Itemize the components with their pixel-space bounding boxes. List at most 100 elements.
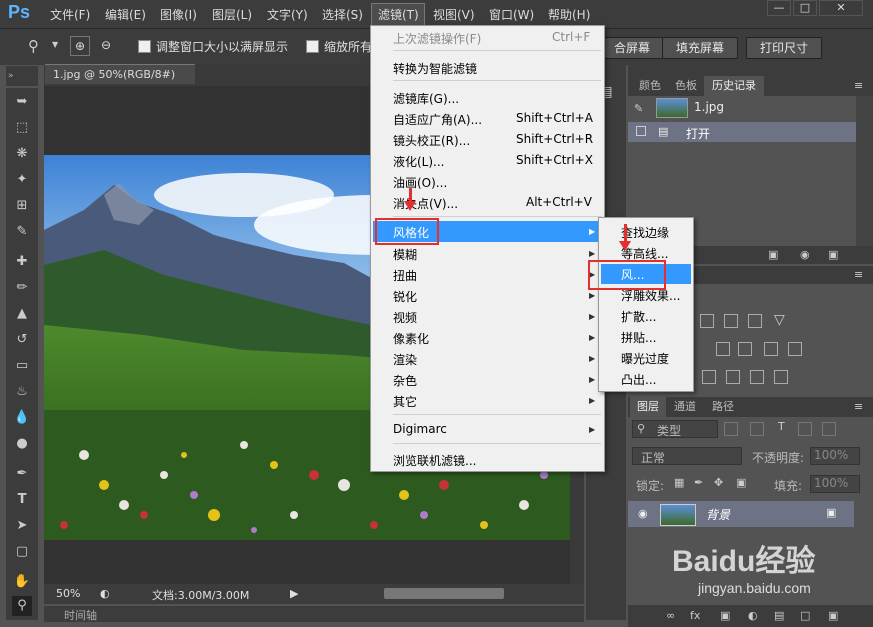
folder-icon[interactable]: ▤ bbox=[774, 609, 784, 622]
lock-position-icon[interactable]: ✥ bbox=[714, 476, 723, 489]
path-select-icon[interactable]: ➤ bbox=[12, 516, 32, 536]
blur-tool-icon[interactable]: 💧 bbox=[12, 408, 32, 428]
adjustment-layer-icon[interactable]: ◐ bbox=[748, 609, 758, 622]
snapshot-name[interactable]: 1.jpg bbox=[694, 100, 724, 114]
menu-item-filter-gallery[interactable]: 滤镜库(G)... bbox=[393, 90, 459, 107]
panel-menu-icon[interactable]: ≡ bbox=[854, 79, 863, 92]
layer-filter-select[interactable]: ⚲ 类型 bbox=[632, 420, 718, 438]
curves-icon[interactable] bbox=[724, 314, 738, 328]
tab-color[interactable]: 颜色 bbox=[634, 76, 666, 96]
menu-filter[interactable]: 滤镜(T) bbox=[378, 6, 419, 23]
levels-icon[interactable] bbox=[700, 314, 714, 328]
filter-shape-icon[interactable] bbox=[798, 422, 812, 436]
zoom-all-checkbox[interactable] bbox=[306, 40, 319, 53]
maximize-button[interactable]: □ bbox=[793, 0, 817, 16]
opacity-input[interactable]: 100% bbox=[810, 447, 860, 465]
camera-icon[interactable]: ◉ bbox=[800, 248, 810, 261]
marquee-tool-icon[interactable]: ⬚ bbox=[12, 118, 32, 138]
menu-item-lens-correction[interactable]: 镜头校正(R)... bbox=[393, 132, 470, 149]
menu-help[interactable]: 帮助(H) bbox=[548, 6, 590, 23]
history-brush-icon[interactable]: ↺ bbox=[12, 330, 32, 350]
snapshot-brush-icon[interactable]: ✎ bbox=[634, 102, 643, 115]
filter-smart-icon[interactable] bbox=[822, 422, 836, 436]
rectangle-tool-icon[interactable]: ▢ bbox=[12, 542, 32, 562]
resize-window-checkbox[interactable] bbox=[138, 40, 151, 53]
new-document-icon[interactable]: ▣ bbox=[768, 248, 778, 261]
history-scrollbar[interactable] bbox=[856, 96, 873, 246]
print-size-button[interactable]: 打印尺寸 bbox=[746, 37, 822, 59]
history-entry[interactable]: ▤ 打开 bbox=[628, 122, 856, 142]
hand-tool-icon[interactable]: ✋ bbox=[12, 572, 32, 592]
layer-row[interactable]: ◉ 背景 ▣ bbox=[628, 501, 854, 527]
black-white-icon[interactable] bbox=[738, 342, 752, 356]
paint-bucket-icon[interactable]: ♨ bbox=[12, 382, 32, 402]
lasso-tool-icon[interactable]: ❋ bbox=[12, 144, 32, 164]
color-lookup-icon[interactable] bbox=[788, 342, 802, 356]
close-button[interactable]: ✕ bbox=[819, 0, 863, 16]
blend-mode-select[interactable]: 正常 bbox=[632, 447, 742, 465]
submenu-item-extrude[interactable]: 凸出... bbox=[621, 371, 656, 388]
tab-history[interactable]: 历史记录 bbox=[704, 76, 764, 96]
fx-icon[interactable]: fx bbox=[690, 609, 700, 622]
horizontal-scrollbar[interactable] bbox=[384, 588, 504, 599]
menu-item-pixelate[interactable]: 像素化 bbox=[393, 330, 429, 347]
zoom-tool-icon[interactable]: ⚲ bbox=[12, 596, 32, 616]
fit-screen-button[interactable]: 合屏幕 bbox=[598, 37, 666, 59]
dodge-tool-icon[interactable]: ● bbox=[12, 434, 32, 454]
menu-type[interactable]: 文字(Y) bbox=[267, 6, 308, 23]
menu-window[interactable]: 窗口(W) bbox=[489, 6, 534, 23]
tab-paths[interactable]: 路径 bbox=[706, 397, 740, 417]
gradient-map-icon[interactable] bbox=[774, 370, 788, 384]
menu-layer[interactable]: 图层(L) bbox=[212, 6, 252, 23]
mask-icon[interactable]: ▣ bbox=[720, 609, 730, 622]
menu-item-browse-filters-online[interactable]: 浏览联机滤镜... bbox=[393, 452, 476, 469]
zoom-in-icon[interactable]: ⊕ bbox=[70, 36, 90, 56]
menu-item-blur[interactable]: 模糊 bbox=[393, 246, 417, 263]
submenu-item-find-edges[interactable]: 查找边缘 bbox=[621, 224, 669, 241]
submenu-item-diffuse[interactable]: 扩散... bbox=[621, 308, 656, 325]
pen-tool-icon[interactable]: ✒ bbox=[12, 464, 32, 484]
lock-all-icon[interactable]: ▣ bbox=[736, 476, 746, 489]
minimize-button[interactable]: — bbox=[767, 0, 791, 16]
healing-brush-icon[interactable]: ✚ bbox=[12, 252, 32, 272]
menu-item-render[interactable]: 渲染 bbox=[393, 351, 417, 368]
magic-wand-icon[interactable]: ✦ bbox=[12, 170, 32, 190]
play-icon[interactable]: ▶ bbox=[290, 587, 298, 600]
panel-menu-icon[interactable]: ≡ bbox=[854, 400, 863, 413]
chevron-down-icon[interactable]: ▼ bbox=[52, 40, 58, 49]
menu-item-adaptive-wide-angle[interactable]: 自适应广角(A)... bbox=[393, 111, 482, 128]
document-tab[interactable]: 1.jpg @ 50%(RGB/8#) bbox=[45, 64, 195, 84]
menu-item-distort[interactable]: 扭曲 bbox=[393, 267, 417, 284]
lock-pixels-icon[interactable]: ✒ bbox=[694, 476, 703, 489]
new-layer-icon[interactable]: □ bbox=[800, 609, 810, 622]
menu-item-video[interactable]: 视频 bbox=[393, 309, 417, 326]
menu-item-digimarc[interactable]: Digimarc bbox=[393, 422, 447, 436]
zoom-level[interactable]: 50% bbox=[56, 587, 80, 600]
lock-transparent-icon[interactable]: ▦ bbox=[674, 476, 684, 489]
tab-layers[interactable]: 图层 bbox=[630, 397, 666, 417]
trash-icon[interactable]: ▣ bbox=[828, 248, 838, 261]
menu-select[interactable]: 选择(S) bbox=[322, 6, 363, 23]
submenu-item-solarize[interactable]: 曝光过度 bbox=[621, 350, 669, 367]
zoom-out-icon[interactable]: ⊖ bbox=[96, 36, 116, 56]
menu-item-vanishing-point[interactable]: 消失点(V)... bbox=[393, 195, 458, 212]
tab-channels[interactable]: 通道 bbox=[668, 397, 702, 417]
filter-type-icon[interactable]: T bbox=[778, 420, 785, 433]
menu-image[interactable]: 图像(I) bbox=[160, 6, 197, 23]
color-balance-icon[interactable] bbox=[716, 342, 730, 356]
menu-item-other[interactable]: 其它 bbox=[393, 393, 417, 410]
channel-mixer-icon[interactable] bbox=[764, 342, 778, 356]
trash-icon[interactable]: ▣ bbox=[828, 609, 838, 622]
submenu-item-tiles[interactable]: 拼贴... bbox=[621, 329, 656, 346]
fill-input[interactable]: 100% bbox=[810, 475, 860, 493]
vibrance-icon[interactable]: ▽ bbox=[774, 312, 785, 328]
link-icon[interactable]: ∞ bbox=[666, 609, 675, 622]
menu-edit[interactable]: 编辑(E) bbox=[105, 6, 146, 23]
menu-file[interactable]: 文件(F) bbox=[50, 6, 90, 23]
eraser-icon[interactable]: ▭ bbox=[12, 356, 32, 376]
layer-name[interactable]: 背景 bbox=[706, 506, 730, 523]
type-tool-icon[interactable]: T bbox=[12, 490, 32, 510]
move-tool-icon[interactable]: ➥ bbox=[12, 92, 32, 112]
fill-screen-button[interactable]: 填充屏幕 bbox=[662, 37, 738, 59]
menu-item-oil-paint[interactable]: 油画(O)... bbox=[393, 174, 447, 191]
